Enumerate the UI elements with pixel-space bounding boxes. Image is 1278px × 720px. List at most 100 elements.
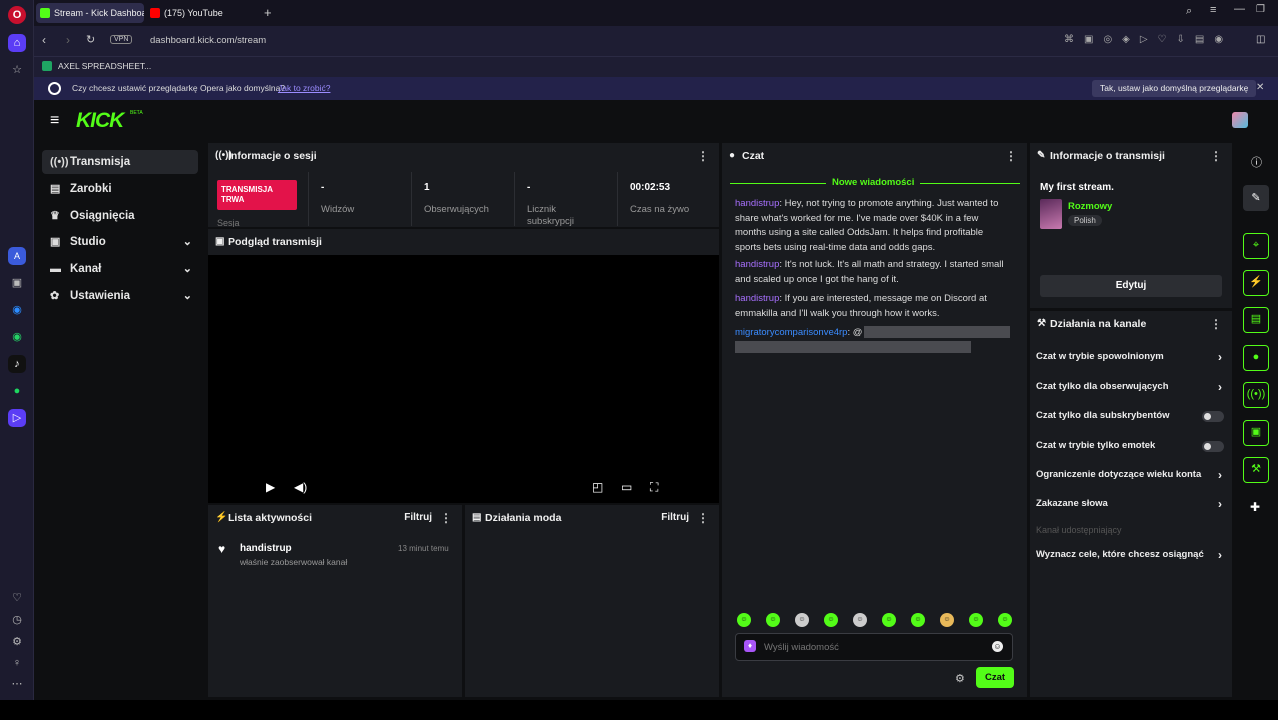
volume-icon[interactable]: ◀) — [294, 480, 307, 494]
nav-transmisja[interactable]: ((•)) Transmisja — [42, 150, 198, 174]
aria-icon[interactable]: A — [8, 247, 26, 265]
more-options-icon[interactable]: ⋮ — [1210, 311, 1222, 337]
tab-youtube[interactable]: (175) YouTube — [146, 3, 256, 23]
messenger-icon[interactable]: ◉ — [8, 301, 26, 319]
emote-icon[interactable]: ☺ — [940, 613, 954, 627]
minimize-icon[interactable]: — — [1234, 3, 1245, 15]
more-options-icon[interactable]: ⋮ — [1005, 143, 1017, 169]
avatar[interactable] — [1232, 112, 1248, 128]
emote-icon[interactable]: ☺ — [969, 613, 983, 627]
emoji-picker-icon[interactable]: ☺ — [992, 641, 1003, 652]
maximize-icon[interactable]: ❐ — [1256, 4, 1265, 15]
emote-icon[interactable]: ☺ — [795, 613, 809, 627]
tips-icon[interactable]: ♀ — [8, 654, 26, 672]
nav-ustawienia[interactable]: ✿ Ustawienia ⌄ — [42, 284, 198, 308]
how-to-link[interactable]: Jak to zrobić? — [278, 83, 330, 93]
bookmark-item[interactable]: AXEL SPREADSHEET... — [58, 61, 151, 71]
forward-icon[interactable]: › — [66, 33, 70, 47]
category-name[interactable]: Rozmowy — [1068, 201, 1112, 212]
edit-button[interactable]: Edytuj — [1040, 275, 1222, 297]
notification-close-icon[interactable]: ✕ — [1256, 82, 1264, 93]
new-tab-plus-icon[interactable]: + — [264, 5, 272, 20]
clipboard-icon[interactable]: ▤ — [1243, 307, 1269, 333]
more-options-icon[interactable]: ⋮ — [1210, 143, 1222, 169]
broadcast-icon[interactable]: ((•)) — [1243, 382, 1269, 408]
player-icon[interactable]: ▷ — [8, 409, 26, 427]
kick-logo[interactable]: KICK — [76, 109, 124, 133]
nav-studio[interactable]: ▣ Studio ⌄ — [42, 230, 198, 254]
url-field[interactable]: dashboard.kick.com/stream — [150, 35, 266, 46]
layout-icon[interactable]: ▣ — [1243, 420, 1269, 446]
address-bar-actions-icon[interactable]: ⌘▣◎◈▷♡⇩▤◉ — [1064, 34, 1233, 45]
settings-icon[interactable]: ⚙ — [8, 633, 26, 651]
add-widget-icon[interactable]: ✚ — [1250, 500, 1260, 514]
emote-icon[interactable]: ☺ — [824, 613, 838, 627]
emote-icon[interactable]: ☺ — [882, 613, 896, 627]
tab-kick-dashboard[interactable]: Stream - Kick Dashboard — [36, 3, 144, 23]
info-icon[interactable]: ⓘ — [1251, 154, 1262, 170]
broadcast-icon: ((•)) — [215, 150, 232, 161]
search-icon[interactable]: ⌕ — [1186, 5, 1192, 18]
more-options-icon[interactable]: ⋮ — [697, 505, 709, 531]
emote-icon[interactable]: ☺ — [998, 613, 1012, 627]
microphone-icon[interactable]: ♦ — [744, 640, 756, 652]
chat-username[interactable]: handistrup — [735, 198, 779, 209]
nav-kanal[interactable]: ▬ Kanał ⌄ — [42, 257, 198, 281]
chat-username[interactable]: handistrup — [735, 293, 779, 304]
chat-username[interactable]: migratorycomparisonve4rp — [735, 327, 847, 338]
redacted-text — [864, 326, 1011, 339]
whatsapp-icon[interactable]: ◉ — [8, 328, 26, 346]
fullscreen-icon[interactable]: ⛶ — [650, 480, 658, 495]
chat-icon: ● — [729, 150, 736, 161]
history-icon[interactable]: ◷ — [8, 611, 26, 629]
filter-button[interactable]: Filtruj — [661, 505, 689, 531]
activity-user[interactable]: handistrup — [240, 543, 292, 554]
emote-icon[interactable]: ☺ — [766, 613, 780, 627]
chevron-right-icon: › — [1218, 548, 1222, 562]
activity-panel: ⚡ Lista aktywności Filtruj ⋮ — [208, 505, 462, 697]
wrench-icon[interactable]: ⚒ — [1243, 457, 1269, 483]
more-icon[interactable]: ⋯ — [8, 675, 26, 693]
opera-logo-icon[interactable]: O — [8, 6, 26, 24]
star-icon[interactable]: ☆ — [8, 61, 26, 79]
chat-settings-icon[interactable]: ⚙ — [955, 672, 965, 685]
raid-icon[interactable]: ⌖ — [1243, 233, 1269, 259]
pip-icon[interactable]: ◰ — [592, 480, 603, 494]
nav-osiagniecia[interactable]: ♛ Osiągnięcia — [42, 204, 198, 228]
set-default-button[interactable]: Tak, ustaw jako domyślną przeglądarkę — [1092, 80, 1257, 97]
heart-icon[interactable]: ♡ — [8, 589, 26, 607]
chat-username[interactable]: handistrup — [735, 259, 779, 270]
chat-send-button[interactable]: Czat — [976, 667, 1014, 688]
hamburger-menu-icon[interactable]: ≡ — [50, 112, 59, 130]
theater-icon[interactable]: ▭ — [621, 480, 632, 494]
emote-icon[interactable]: ☺ — [853, 613, 867, 627]
goals-item[interactable]: Wyznacz cele, które chcesz osiągnąć › — [1036, 546, 1226, 564]
slow-mode-item[interactable]: Czat w trybie spowolnionym › — [1036, 348, 1226, 366]
extensions-icon[interactable]: ◫ — [1256, 34, 1265, 45]
tiktok-icon[interactable]: ♪ — [8, 355, 26, 373]
more-options-icon[interactable]: ⋮ — [697, 143, 709, 169]
emote-only-toggle[interactable] — [1202, 441, 1224, 452]
banned-words-item[interactable]: Zakazane słowa › — [1036, 495, 1226, 513]
home-icon[interactable]: ⌂ — [8, 34, 26, 52]
chat-input[interactable] — [764, 638, 984, 656]
chat-bubble-icon[interactable]: ● — [1243, 345, 1269, 371]
nav-zarobki[interactable]: ▤ Zarobki — [42, 177, 198, 201]
vpn-badge[interactable]: VPN — [110, 35, 133, 44]
more-options-icon[interactable]: ⋮ — [440, 505, 452, 531]
account-age-item[interactable]: Ograniczenie dotyczące wieku konta › — [1036, 466, 1226, 484]
shopping-icon[interactable]: ▣ — [8, 274, 26, 292]
menu-icon[interactable]: ≡ — [1210, 4, 1216, 16]
spotify-icon[interactable]: ● — [8, 382, 26, 400]
play-icon[interactable]: ▶ — [266, 480, 275, 494]
bolt-icon[interactable]: ⚡ — [1243, 270, 1269, 296]
back-icon[interactable]: ‹ — [42, 33, 46, 47]
emote-icon[interactable]: ☺ — [737, 613, 751, 627]
reload-icon[interactable]: ↻ — [86, 33, 95, 46]
edit-pencil-icon[interactable]: ✎ — [1243, 185, 1269, 211]
filter-button[interactable]: Filtruj — [404, 505, 432, 531]
followers-only-item[interactable]: Czat tylko dla obserwujących › — [1036, 378, 1226, 396]
activity-header: ⚡ Lista aktywności Filtruj ⋮ — [208, 505, 462, 531]
subscribers-only-toggle[interactable] — [1202, 411, 1224, 422]
emote-icon[interactable]: ☺ — [911, 613, 925, 627]
